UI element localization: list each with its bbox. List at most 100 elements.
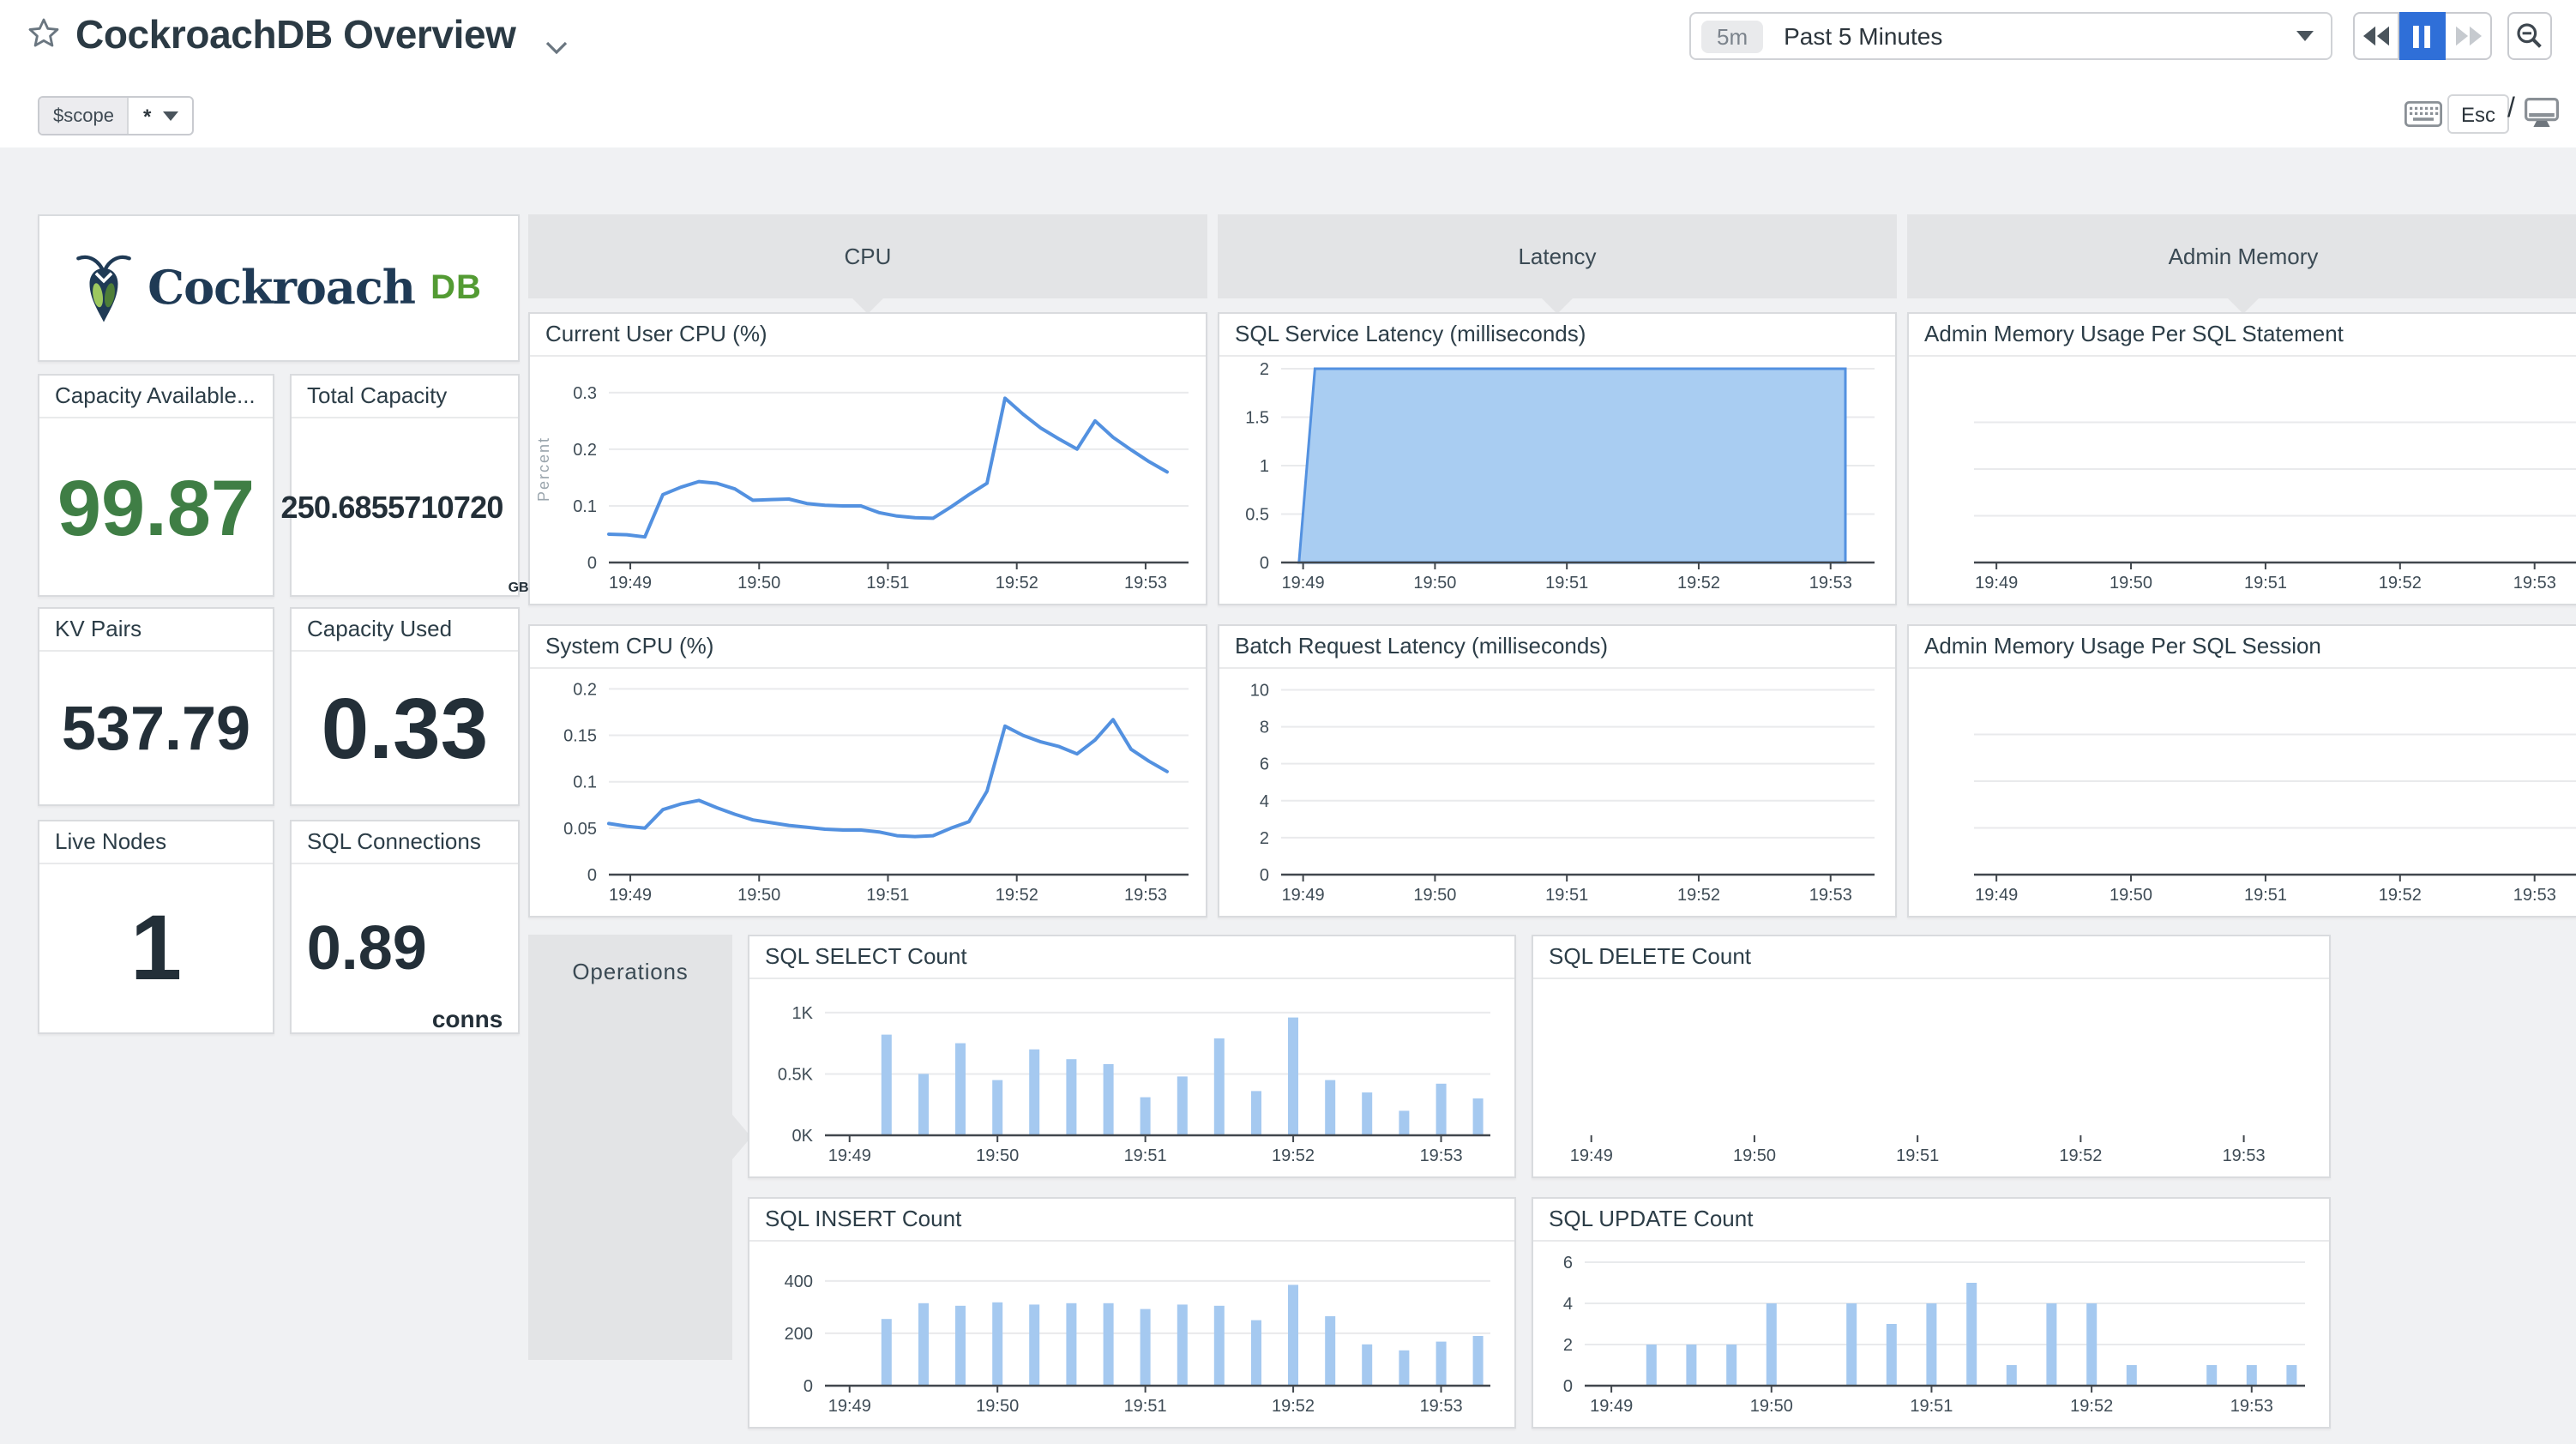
svg-text:19:50: 19:50 [976,1146,1019,1165]
svg-text:19:52: 19:52 [996,574,1038,593]
group-header-operations[interactable]: Operations [528,935,751,1360]
svg-text:19:50: 19:50 [2110,886,2152,905]
svg-text:19:49: 19:49 [1590,1397,1633,1416]
stat-capacity-available[interactable]: Capacity Available... 99.87 [38,374,274,597]
group-header-latency[interactable]: Latency [1218,214,1897,314]
stat-live-nodes[interactable]: Live Nodes 1 [38,820,274,1034]
chart-title: SQL UPDATE Count [1533,1199,2329,1242]
chart-title: SQL Service Latency (milliseconds) [1219,314,1895,357]
chart-plot-sql-select-count[interactable]: 0K 0.5K 1K 19:49 19:50 19:51 19:52 19:53 [749,978,1514,1176]
svg-text:2: 2 [1260,829,1269,848]
chart-plot-current-user-cpu[interactable]: 0 0.1 0.2 0.3 19:49 19:50 19:51 19:52 19:53 Perce… [530,355,1206,604]
chart-plot-sql-delete-count[interactable]: 19:49 19:50 19:51 19:52 19:53 [1533,978,2329,1176]
svg-text:19:53: 19:53 [1124,574,1167,593]
svg-text:200: 200 [785,1325,813,1344]
svg-text:1.5: 1.5 [1245,409,1269,428]
svg-text:19:50: 19:50 [2110,574,2152,593]
chart-card-system-cpu: System CPU (%) 0 0.05 0.1 0.15 0.2 19:49 19:50… [528,624,1207,918]
pause-button[interactable] [2399,12,2446,60]
svg-text:0: 0 [1563,1377,1573,1396]
stat-kv-pairs[interactable]: KV Pairs 537.79 [38,607,274,806]
svg-text:0.2: 0.2 [573,441,597,460]
svg-text:Percent: Percent [535,436,552,502]
cockroachdb-logo-card[interactable]: Cockroach DB [38,214,520,362]
stat-sql-connections[interactable]: SQL Connections 0.89 conns [290,820,520,1034]
svg-text:1: 1 [1260,457,1269,476]
svg-text:4: 4 [1260,792,1269,811]
chart-plot-sql-service-latency[interactable]: 0 0.5 1 1.5 2 19:49 19:50 19:51 19:52 19:53 [1219,355,1895,604]
slash-separator: / [2507,94,2515,123]
stat-value: 250.6855710720 [280,490,503,524]
chart-plot-batch-request-latency[interactable]: 0 2 4 6 8 10 19:49 19:50 19:51 19:52 19:53 [1219,667,1895,916]
chart-card-sql-update-count: SQL UPDATE Count 0 2 4 6 19:49 19:50 19:51 19:5… [1532,1197,2331,1429]
template-variable-scope[interactable]: $scope * [38,96,195,135]
chart-plot-admin-memory-session[interactable]: 19:49 19:50 19:51 19:52 19:53 [1909,667,2576,916]
tv-mode-icon[interactable] [2525,98,2559,137]
chart-title: Batch Request Latency (milliseconds) [1219,626,1895,669]
chart-plot-admin-memory-statement[interactable]: 19:49 19:50 19:51 19:52 19:53 [1909,355,2576,604]
svg-text:19:49: 19:49 [1282,886,1325,905]
svg-text:6: 6 [1260,755,1269,774]
chart-title: SQL INSERT Count [749,1199,1514,1242]
svg-text:19:49: 19:49 [828,1397,871,1416]
cockroach-bug-icon [76,255,132,322]
svg-text:19:49: 19:49 [609,574,652,593]
svg-text:19:50: 19:50 [737,574,780,593]
svg-text:19:50: 19:50 [1413,886,1456,905]
svg-text:19:51: 19:51 [1896,1146,1939,1165]
svg-text:19:51: 19:51 [1124,1146,1167,1165]
svg-text:2: 2 [1563,1336,1573,1355]
svg-text:19:53: 19:53 [1124,886,1167,905]
stat-value: 99.87 [57,462,256,551]
stat-unit: conns [431,1005,503,1032]
scope-var-value: * [142,104,152,128]
svg-text:19:53: 19:53 [2230,1397,2273,1416]
svg-text:10: 10 [1250,681,1269,700]
esc-key-button[interactable]: Esc [2447,94,2510,134]
time-range-badge: 5m [1701,20,1764,52]
svg-text:4: 4 [1563,1295,1573,1314]
chart-title: SQL SELECT Count [749,936,1514,979]
svg-text:19:53: 19:53 [2223,1146,2266,1165]
svg-text:6: 6 [1563,1254,1573,1273]
svg-text:19:50: 19:50 [1733,1146,1776,1165]
svg-text:19:49: 19:49 [1975,574,2018,593]
group-header-cpu[interactable]: CPU [528,214,1207,314]
stat-capacity-used[interactable]: Capacity Used 0.33 [290,607,520,806]
stat-value: 0.33 [321,680,489,776]
svg-text:19:52: 19:52 [2379,574,2422,593]
svg-text:19:50: 19:50 [976,1397,1019,1416]
svg-text:19:51: 19:51 [866,574,909,593]
svg-text:19:51: 19:51 [1545,886,1588,905]
svg-text:19:51: 19:51 [1124,1397,1167,1416]
top-bar: CockroachDB Overview $scope * 5m Past 5 … [0,0,2576,147]
pause-icon [2413,25,2430,47]
svg-text:19:50: 19:50 [1750,1397,1793,1416]
favorite-star-icon[interactable] [27,17,60,58]
svg-text:19:51: 19:51 [1910,1397,1953,1416]
magnifier-minus-icon [2517,23,2542,48]
svg-text:19:52: 19:52 [1677,574,1720,593]
group-header-admin-memory[interactable]: Admin Memory [1907,214,2576,314]
title-chevron-down-icon[interactable] [545,33,568,63]
forward-button[interactable] [2446,12,2492,60]
svg-text:19:52: 19:52 [2070,1397,2113,1416]
chart-plot-sql-insert-count[interactable]: 0 200 400 19:49 19:50 19:51 19:52 19:53 [749,1240,1514,1427]
chart-plot-sql-update-count[interactable]: 0 2 4 6 19:49 19:50 19:51 19:52 19:53 [1533,1240,2329,1427]
svg-text:400: 400 [785,1273,813,1291]
svg-text:19:53: 19:53 [2513,574,2556,593]
stat-total-capacity[interactable]: Total Capacity 250.6855710720 GB [280,374,529,597]
backward-button[interactable] [2353,12,2399,60]
zoom-out-button[interactable] [2507,12,2552,60]
svg-text:19:52: 19:52 [1272,1397,1315,1416]
chart-card-sql-delete-count: SQL DELETE Count 19:49 19:50 19:51 19:52 19:… [1532,935,2331,1178]
time-range-select[interactable]: 5m Past 5 Minutes [1689,12,2332,60]
page-title[interactable]: CockroachDB Overview [75,12,516,58]
chart-plot-system-cpu[interactable]: 0 0.05 0.1 0.15 0.2 19:49 19:50 19:51 19:52 19:53 [530,667,1206,916]
stat-title: Capacity Used [292,609,518,652]
logo-suffix: DB [430,268,482,306]
chart-title: Current User CPU (%) [530,314,1206,357]
svg-text:19:52: 19:52 [996,886,1038,905]
svg-text:0.5K: 0.5K [778,1065,814,1084]
svg-text:0: 0 [803,1377,813,1396]
